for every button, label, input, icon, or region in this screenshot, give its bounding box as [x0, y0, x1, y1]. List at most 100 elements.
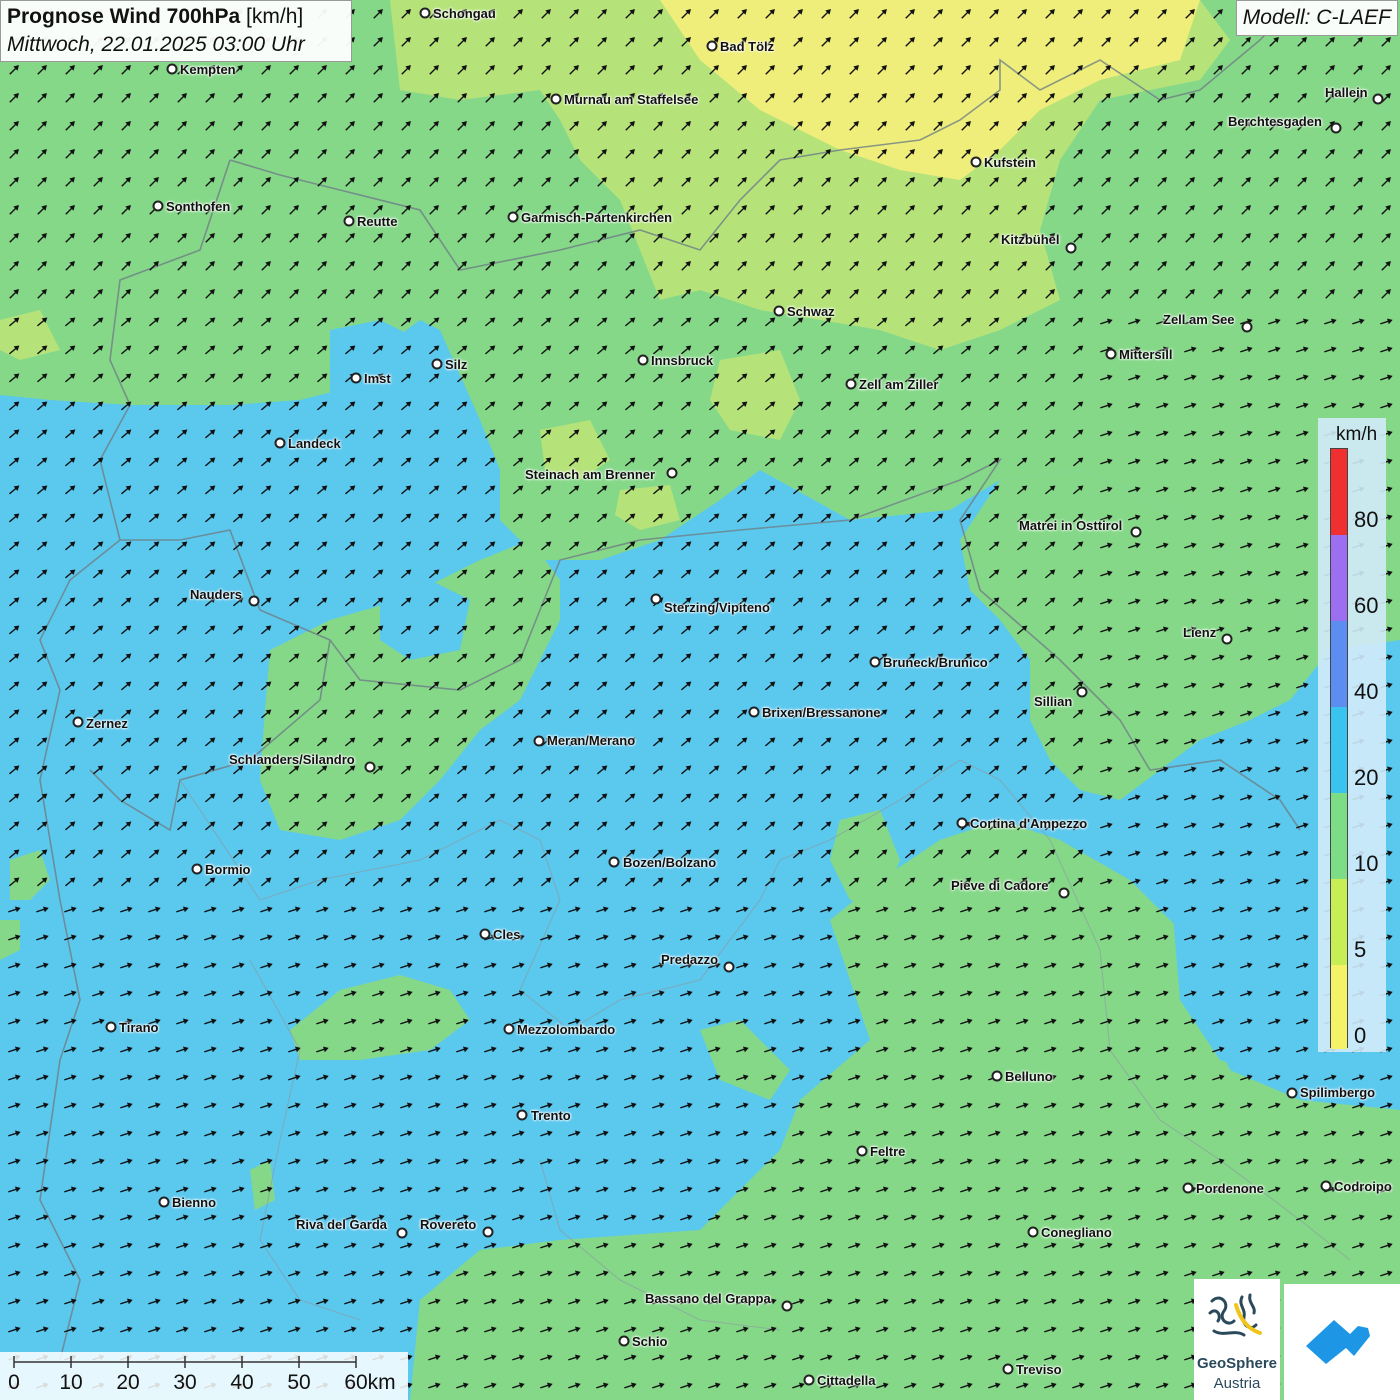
city-marker	[1182, 1182, 1194, 1194]
wind-arrow	[1128, 598, 1141, 605]
wind-arrow	[989, 65, 999, 75]
wind-arrow	[792, 1074, 805, 1081]
wind-arrow	[624, 906, 637, 913]
wind-arrow	[624, 793, 636, 803]
app-logo[interactable]	[1284, 1284, 1400, 1400]
wind-arrow	[372, 317, 384, 327]
wind-arrow	[1156, 738, 1169, 745]
wind-arrow	[736, 569, 748, 579]
wind-arrow	[8, 373, 20, 383]
wind-arrow	[288, 849, 300, 859]
wind-arrow	[372, 1046, 385, 1053]
wind-arrow	[1072, 1018, 1085, 1025]
wind-arrow	[932, 541, 944, 551]
wind-arrow	[849, 121, 859, 131]
wind-arrow	[232, 1298, 245, 1305]
wind-arrow	[792, 541, 804, 551]
wind-arrow	[148, 1270, 161, 1277]
wind-arrow	[1044, 317, 1056, 327]
wind-arrow	[92, 877, 104, 887]
wind-arrow	[1156, 934, 1169, 941]
city-marker	[618, 1335, 630, 1347]
wind-arrow	[64, 429, 76, 439]
wind-arrow	[1240, 598, 1253, 605]
wind-arrow	[680, 1270, 693, 1277]
wind-arrow	[821, 149, 831, 159]
wind-arrow	[876, 1270, 889, 1277]
wind-arrow	[961, 65, 971, 75]
wind-arrow	[1352, 1214, 1365, 1221]
wind-arrow	[92, 990, 105, 997]
wind-arrow	[625, 177, 635, 187]
wind-arrow	[1296, 626, 1309, 633]
wind-arrow	[1297, 205, 1307, 215]
wind-arrow	[848, 1270, 861, 1277]
wind-arrow	[484, 1186, 497, 1193]
wind-arrow	[345, 177, 355, 187]
wind-arrow	[1268, 1242, 1281, 1249]
wind-arrow	[512, 597, 524, 607]
geosphere-austria-logo[interactable]: GeoSphere Austria	[1194, 1279, 1280, 1400]
wind-arrow	[1240, 878, 1253, 885]
wind-arrow	[960, 345, 972, 355]
wind-arrow	[148, 1186, 161, 1193]
wind-arrow	[1185, 177, 1195, 187]
wind-arrow	[653, 149, 663, 159]
wind-arrow	[876, 990, 889, 997]
wind-arrow	[820, 962, 833, 969]
wind-arrow	[484, 849, 496, 859]
wind-arrow	[960, 906, 973, 913]
wind-arrow	[344, 429, 356, 439]
wind-arrow	[484, 1102, 497, 1109]
wind-arrow	[597, 9, 607, 19]
wind-arrow	[596, 317, 608, 327]
wind-arrow	[1016, 457, 1028, 467]
wind-arrow	[988, 569, 1000, 579]
wind-arrow	[429, 65, 439, 75]
wind-arrow	[9, 289, 19, 299]
wind-arrow	[708, 1270, 721, 1277]
wind-arrow	[1016, 962, 1029, 969]
wind-arrow	[989, 9, 999, 19]
wind-arrow	[428, 906, 441, 913]
wind-arrow	[8, 1214, 21, 1221]
wind-arrow	[765, 261, 775, 271]
city-marker	[650, 593, 662, 605]
wind-arrow	[1044, 429, 1056, 439]
wind-arrow	[37, 65, 47, 75]
wind-arrow	[1212, 1130, 1225, 1137]
wind-arrow	[624, 429, 636, 439]
wind-arrow	[652, 1242, 665, 1249]
wind-arrow	[932, 569, 944, 579]
wind-arrow	[1017, 205, 1027, 215]
wind-arrow	[820, 1214, 833, 1221]
wind-arrow	[260, 1074, 273, 1081]
wind-arrow	[457, 289, 467, 299]
wind-arrow	[36, 1186, 49, 1193]
wind-arrow	[1044, 1242, 1057, 1249]
wind-arrow	[176, 373, 188, 383]
wind-arrow	[1212, 1270, 1225, 1277]
wind-arrow	[64, 962, 77, 969]
wind-arrow	[512, 1270, 525, 1277]
wind-arrow	[933, 65, 943, 75]
wind-arrow	[1100, 374, 1113, 381]
wind-arrow	[1241, 65, 1251, 75]
wind-arrow	[568, 485, 580, 495]
wind-arrow	[344, 1326, 357, 1333]
wind-arrow	[1101, 37, 1111, 47]
wind-arrow	[64, 737, 76, 747]
wind-arrow	[8, 1018, 21, 1025]
wind-arrow	[92, 1018, 105, 1025]
wind-arrow	[232, 1242, 245, 1249]
wind-arrow	[484, 1354, 497, 1361]
wind-arrow	[148, 1046, 161, 1053]
wind-arrow	[92, 849, 104, 859]
wind-arrow	[932, 625, 944, 635]
city-marker	[507, 211, 519, 223]
wind-arrow	[289, 233, 299, 243]
city-label: Imst	[364, 371, 391, 386]
wind-arrow	[1100, 850, 1113, 857]
wind-arrow	[260, 513, 272, 523]
wind-arrow	[8, 401, 20, 411]
